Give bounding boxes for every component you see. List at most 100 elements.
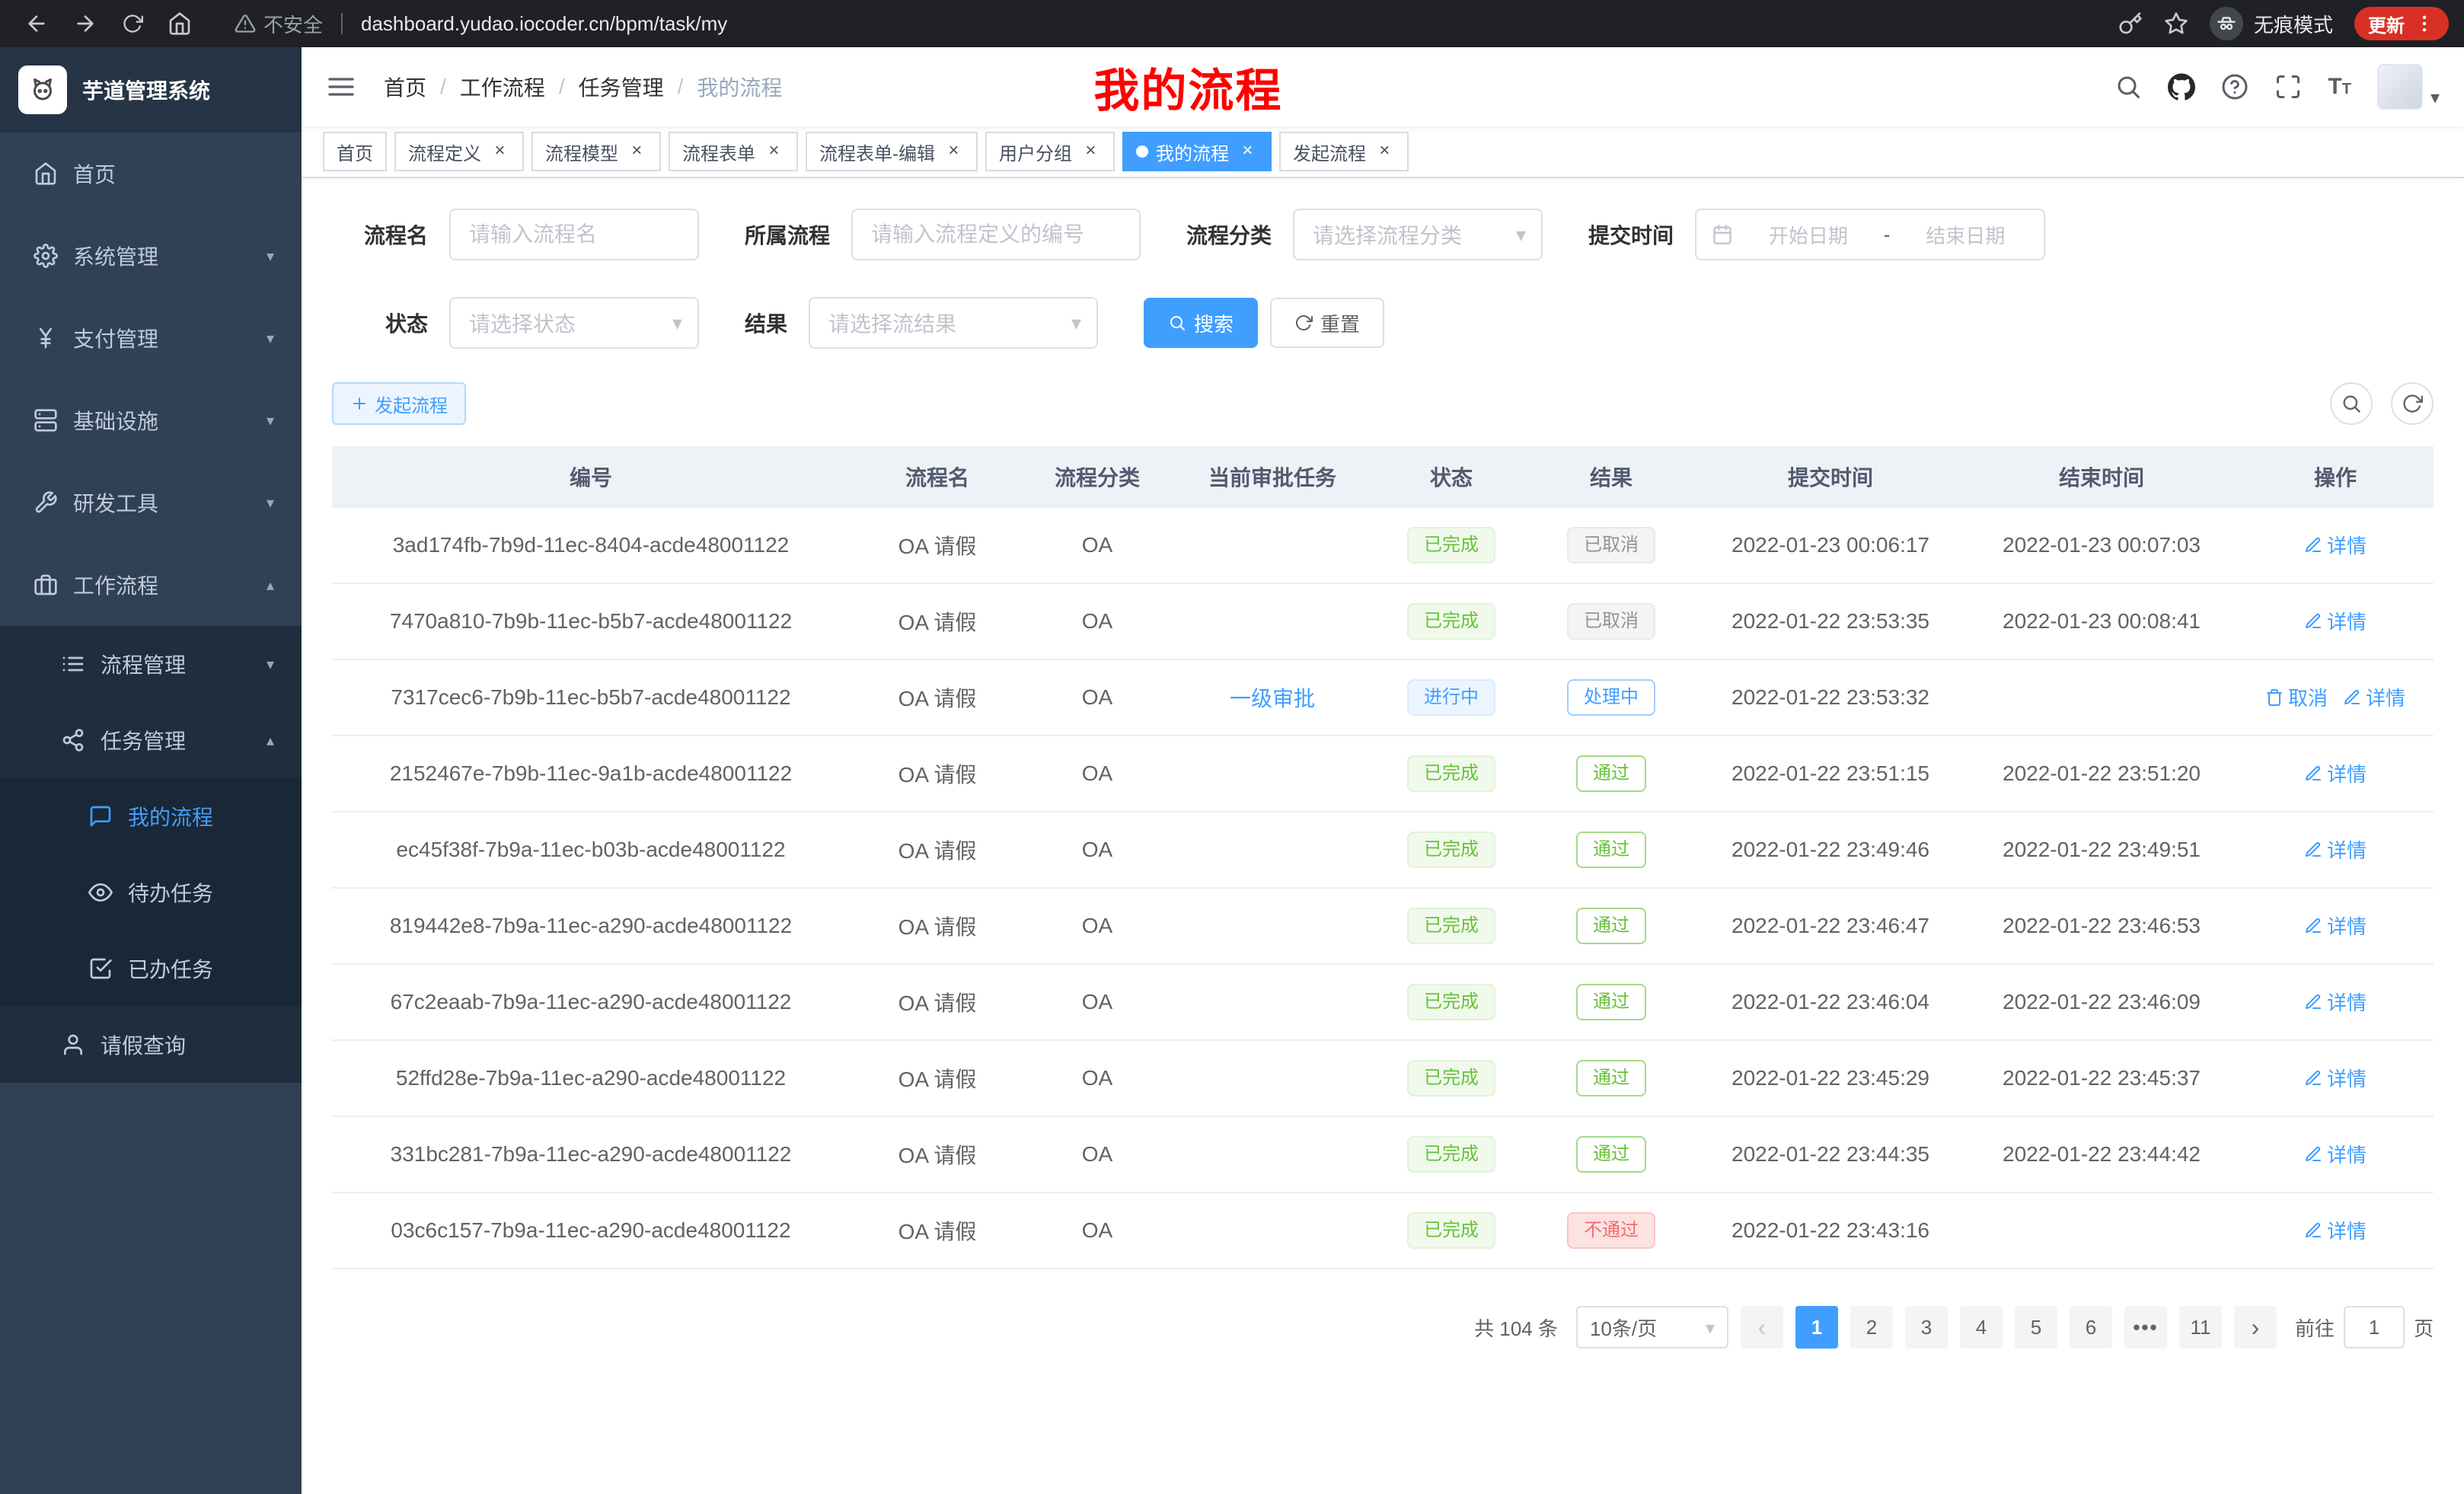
detail-link[interactable]: 详情	[2304, 835, 2367, 864]
sidebar-item-system[interactable]: 系统管理	[0, 215, 302, 297]
detail-link[interactable]: 详情	[2304, 1216, 2367, 1244]
page-button-11[interactable]: 11	[2179, 1306, 2222, 1349]
page-button-3[interactable]: 3	[1905, 1306, 1948, 1349]
browser-menu-dots-icon[interactable]	[2414, 13, 2435, 34]
column-header: 当前审批任务	[1170, 446, 1375, 507]
detail-link[interactable]: 详情	[2304, 607, 2367, 635]
filter-form: 流程名 所属流程 流程分类 请选择流程分类	[332, 209, 2434, 349]
sidebar-item-task-mgmt[interactable]: 任务管理	[0, 702, 302, 778]
sidebar-item-my-process[interactable]: 我的流程	[0, 778, 302, 854]
password-key-icon[interactable]	[2118, 11, 2143, 36]
sidebar-item-leave-query[interactable]: 请假查询	[0, 1007, 302, 1083]
search-button[interactable]: 搜索	[1144, 298, 1258, 348]
user-menu[interactable]	[2377, 64, 2440, 110]
tab-item-3[interactable]: 流程表单	[669, 132, 798, 171]
cell-end-time: 2022-01-22 23:44:42	[1966, 1116, 2237, 1192]
result-select[interactable]: 请选择流结果	[809, 297, 1098, 349]
search-icon[interactable]	[2115, 73, 2142, 101]
detail-link[interactable]: 详情	[2304, 1140, 2367, 1168]
submit-time-range-picker[interactable]: 开始日期 - 结束日期	[1695, 209, 2045, 260]
tab-close-icon[interactable]	[1080, 141, 1101, 162]
refresh-table-button[interactable]	[2391, 382, 2434, 425]
chevron-down-icon	[1516, 222, 1526, 247]
tab-item-5[interactable]: 用户分组	[985, 132, 1115, 171]
approval-task-link[interactable]: 一级审批	[1230, 687, 1315, 710]
tab-item-0[interactable]: 首页	[323, 132, 387, 171]
cell-task	[1170, 1040, 1375, 1116]
reset-button[interactable]: 重置	[1270, 298, 1384, 348]
sidebar-item-process-mgmt[interactable]: 流程管理	[0, 626, 302, 702]
page-button-2[interactable]: 2	[1850, 1306, 1893, 1349]
address-bar[interactable]: 不安全 dashboard.yudao.iocoder.cn/bpm/task/…	[235, 10, 727, 38]
chevron-down-icon	[267, 655, 274, 674]
page-size-select[interactable]: 10条/页	[1576, 1306, 1728, 1349]
sidebar-item-devtools[interactable]: 研发工具	[0, 461, 302, 544]
hamburger-icon[interactable]	[326, 72, 356, 102]
breadcrumb-item[interactable]: 首页	[384, 72, 426, 102]
pagination-more[interactable]: •••	[2124, 1306, 2167, 1349]
status-select[interactable]: 请选择状态	[449, 297, 699, 349]
detail-link[interactable]: 详情	[2343, 683, 2405, 711]
fullscreen-icon[interactable]	[2274, 73, 2302, 101]
tab-item-7[interactable]: 发起流程	[1279, 132, 1409, 171]
breadcrumb-item[interactable]: 工作流程	[460, 72, 545, 102]
breadcrumb-item[interactable]: 任务管理	[579, 72, 664, 102]
detail-link[interactable]: 详情	[2304, 988, 2367, 1016]
pagination-prev[interactable]	[1741, 1306, 1783, 1349]
page-button-6[interactable]: 6	[2070, 1306, 2112, 1349]
tab-item-1[interactable]: 流程定义	[394, 132, 524, 171]
status-badge: 已完成	[1407, 527, 1495, 563]
browser-update-button[interactable]: 更新	[2354, 7, 2449, 40]
category-select[interactable]: 请选择流程分类	[1293, 209, 1543, 260]
tab-close-icon[interactable]	[1374, 141, 1395, 162]
cell-category: OA	[1025, 1116, 1170, 1192]
page-button-5[interactable]: 5	[2015, 1306, 2057, 1349]
tab-close-icon[interactable]	[489, 141, 510, 162]
sidebar-item-label: 研发工具	[73, 487, 158, 518]
process-name-input[interactable]	[449, 209, 699, 260]
goto-page-input[interactable]	[2344, 1306, 2405, 1349]
browser-reload-icon[interactable]	[122, 13, 143, 34]
create-process-button[interactable]: 发起流程	[332, 382, 466, 425]
sidebar-item-infrastructure[interactable]: 基础设施	[0, 379, 302, 461]
tab-item-2[interactable]: 流程模型	[531, 132, 661, 171]
tab-close-icon[interactable]	[1237, 141, 1258, 162]
cell-submit-time: 2022-01-22 23:44:35	[1695, 1116, 1966, 1192]
cell-task	[1170, 583, 1375, 659]
page-button-4[interactable]: 4	[1960, 1306, 2003, 1349]
cell-id: 52ffd28e-7b9a-11ec-a290-acde48001122	[332, 1040, 850, 1116]
cancel-link[interactable]: 取消	[2265, 683, 2328, 711]
toggle-search-button[interactable]	[2330, 382, 2373, 425]
tab-item-6[interactable]: 我的流程	[1122, 132, 1272, 171]
tab-close-icon[interactable]	[763, 141, 784, 162]
detail-link[interactable]: 详情	[2304, 531, 2367, 559]
browser-home-icon[interactable]	[168, 11, 192, 36]
avatar[interactable]	[2377, 64, 2423, 110]
status-badge: 已完成	[1407, 755, 1495, 792]
bookmark-star-icon[interactable]	[2164, 11, 2188, 36]
cell-task	[1170, 888, 1375, 964]
sidebar-item-workflow[interactable]: 工作流程	[0, 544, 302, 626]
cell-result: 通过	[1527, 888, 1695, 964]
detail-link[interactable]: 详情	[2304, 911, 2367, 940]
tab-close-icon[interactable]	[943, 141, 964, 162]
tab-close-icon[interactable]	[626, 141, 647, 162]
browser-forward-icon[interactable]	[73, 11, 97, 36]
help-icon[interactable]	[2221, 73, 2249, 101]
create-process-label: 发起流程	[375, 391, 448, 417]
detail-link[interactable]: 详情	[2304, 1064, 2367, 1092]
pagination-next[interactable]	[2234, 1306, 2277, 1349]
sidebar-item-home[interactable]: 首页	[0, 132, 302, 215]
process-def-input[interactable]	[851, 209, 1141, 260]
detail-link[interactable]: 详情	[2304, 759, 2367, 787]
sidebar-item-done-tasks[interactable]: 已办任务	[0, 931, 302, 1007]
browser-back-icon[interactable]	[24, 11, 49, 36]
tab-item-4[interactable]: 流程表单-编辑	[806, 132, 978, 171]
cell-submit-time: 2022-01-22 23:46:47	[1695, 888, 1966, 964]
page-button-1[interactable]: 1	[1795, 1306, 1838, 1349]
github-icon[interactable]	[2168, 73, 2195, 101]
app-logo-row[interactable]: 芋道管理系统	[0, 47, 302, 132]
sidebar-item-payment[interactable]: 支付管理	[0, 297, 302, 379]
sidebar-item-todo-tasks[interactable]: 待办任务	[0, 854, 302, 931]
font-size-icon[interactable]	[2328, 75, 2351, 98]
